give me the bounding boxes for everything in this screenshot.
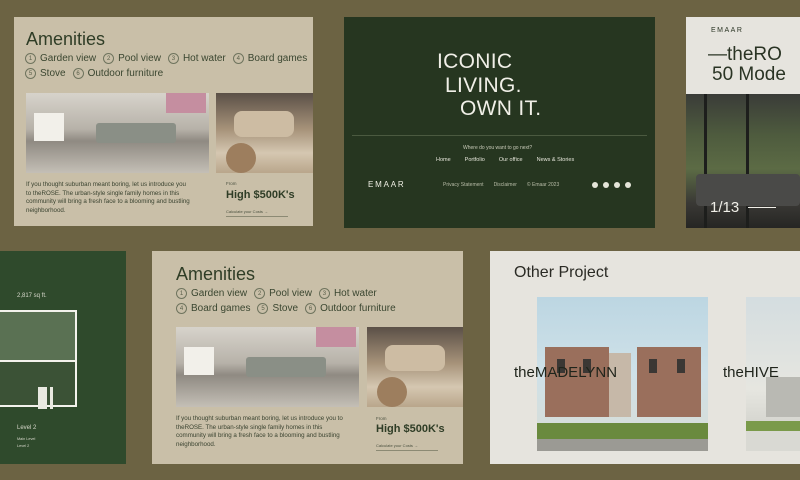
community-description: If you thought suburban meant boring, le… bbox=[26, 181, 190, 215]
divider bbox=[352, 135, 647, 136]
amenities-title: Amenities bbox=[176, 264, 256, 284]
calculate-costs-link[interactable]: Calculate your Costs → bbox=[226, 209, 288, 217]
hero-line-3: OWN IT. bbox=[460, 97, 542, 120]
amenity-chip: 4 Board games bbox=[176, 303, 250, 314]
brand-logo[interactable]: EMAAR bbox=[368, 180, 405, 189]
amenity-label: Outdoor furniture bbox=[87, 68, 164, 79]
amenity-chip: 4 Board games bbox=[232, 53, 308, 64]
living-room-photo bbox=[176, 327, 359, 407]
amenity-label: Garden view bbox=[191, 288, 248, 299]
brand-logo[interactable]: EMAAR bbox=[711, 27, 743, 34]
amenity-number: 4 bbox=[176, 303, 187, 314]
amenities-list: 1 Garden view 2 Pool view 3 Hot water 4 Boar… bbox=[176, 288, 458, 314]
amenity-chip: 6 Outdoor furniture bbox=[305, 303, 396, 314]
twitter-icon[interactable] bbox=[625, 182, 631, 188]
lounge-photo bbox=[367, 327, 463, 407]
interior-photo bbox=[686, 94, 800, 228]
amenity-chip: 1 Garden view bbox=[176, 288, 247, 299]
amenity-label: Hot water bbox=[182, 53, 226, 64]
amenity-number: 3 bbox=[318, 288, 330, 299]
price-label: From bbox=[376, 416, 387, 421]
amenity-number: 1 bbox=[176, 288, 187, 299]
amenity-label: Pool view bbox=[269, 288, 312, 299]
amenity-number: 5 bbox=[257, 303, 269, 314]
calculate-costs-link[interactable]: Calculate your Costs → bbox=[376, 443, 438, 451]
rose-title-line-1: —theRO bbox=[708, 44, 782, 65]
amenities-list: 1 Garden view 2 Pool view 3 Hot water 4 Boar… bbox=[25, 53, 310, 79]
lounge-photo bbox=[216, 93, 313, 173]
stairs bbox=[50, 387, 53, 409]
amenity-number: 4 bbox=[232, 53, 244, 64]
amenity-number: 1 bbox=[25, 53, 36, 64]
area-label: 2,817 sq ft. bbox=[17, 293, 47, 299]
rose-title-line-2: 50 Mode bbox=[712, 64, 786, 85]
amenity-number: 6 bbox=[72, 68, 84, 79]
amenity-number: 5 bbox=[25, 68, 36, 79]
price-value: High $500K's bbox=[226, 189, 295, 201]
living-room-photo bbox=[26, 93, 209, 173]
project-name-madelynn[interactable]: theMADELYNN bbox=[514, 364, 617, 381]
linkedin-icon[interactable] bbox=[603, 182, 609, 188]
other-project-card: Other Project theMADELYNN theHIVE bbox=[490, 251, 800, 464]
footer-nav: Home Portfolio Our office News & Stories bbox=[436, 157, 574, 163]
amenities-title: Amenities bbox=[26, 29, 106, 49]
price-label: From bbox=[226, 181, 237, 186]
disclaimer-link[interactable]: Disclaimer bbox=[494, 182, 517, 188]
amenity-label: Pool view bbox=[118, 53, 161, 64]
amenity-label: Board games bbox=[191, 303, 251, 314]
price-value: High $500K's bbox=[376, 423, 445, 435]
social-links bbox=[592, 182, 631, 188]
nav-news[interactable]: News & Stories bbox=[537, 157, 575, 163]
amenity-chip: 1 Garden view bbox=[25, 53, 96, 64]
hero-line-1: ICONIC bbox=[437, 50, 513, 73]
theRose-card: EMAAR —theRO 50 Mode 1/13 bbox=[686, 17, 800, 228]
amenity-label: Outdoor furniture bbox=[320, 303, 396, 314]
amenities-card-top: Amenities 1 Garden view 2 Pool view 3 Hot w… bbox=[14, 17, 313, 226]
amenity-chip: 2 Pool view bbox=[254, 288, 312, 299]
floor-plan-room bbox=[0, 310, 77, 362]
next-question: Where do you want to go next? bbox=[463, 145, 533, 151]
nav-our-office[interactable]: Our office bbox=[499, 157, 523, 163]
facebook-icon[interactable] bbox=[592, 182, 598, 188]
amenity-label: Stove bbox=[272, 303, 299, 314]
instagram-icon[interactable] bbox=[614, 182, 620, 188]
amenity-number: 6 bbox=[305, 303, 317, 314]
other-project-title: Other Project bbox=[514, 264, 609, 281]
amenity-number: 2 bbox=[254, 288, 266, 299]
hero-line-2: LIVING. bbox=[445, 74, 522, 97]
amenity-chip: 2 Pool view bbox=[103, 53, 161, 64]
slide-progress bbox=[748, 207, 776, 208]
level-option[interactable]: Main Level bbox=[17, 437, 35, 441]
amenity-chip: 5 Stove bbox=[257, 303, 298, 314]
amenity-chip: 6 Outdoor furniture bbox=[72, 68, 164, 79]
legal-links: Privacy Statement Disclaimer © Emaar 202… bbox=[443, 182, 559, 188]
amenity-label: Hot water bbox=[333, 288, 377, 299]
level-option[interactable]: Level 2 bbox=[17, 444, 29, 448]
amenity-label: Garden view bbox=[40, 53, 97, 64]
amenity-number: 2 bbox=[103, 53, 115, 64]
copyright: © Emaar 2023 bbox=[526, 182, 560, 188]
amenities-card-bottom: Amenities 1 Garden view 2 Pool view 3 Hot w… bbox=[152, 251, 463, 464]
hero-card: ICONIC LIVING. OWN IT. Where do you want… bbox=[344, 17, 655, 228]
amenity-chip: 3 Hot water bbox=[318, 288, 377, 299]
floor-plan-card: 2,817 sq ft. Level 2 Main Level Level 2 bbox=[0, 251, 126, 464]
level-title: Level 2 bbox=[17, 425, 37, 431]
nav-portfolio[interactable]: Portfolio bbox=[465, 157, 485, 163]
amenity-number: 3 bbox=[167, 53, 179, 64]
community-description: If you thought suburban meant boring, le… bbox=[176, 415, 343, 449]
privacy-link[interactable]: Privacy Statement bbox=[443, 182, 484, 188]
amenity-chip: 5 Stove bbox=[25, 68, 66, 79]
amenity-chip: 3 Hot water bbox=[167, 53, 226, 64]
stairs bbox=[38, 387, 47, 409]
project-name-hive[interactable]: theHIVE bbox=[723, 364, 779, 381]
slide-counter: 1/13 bbox=[710, 199, 740, 216]
amenity-label: Stove bbox=[40, 68, 66, 79]
amenity-label: Board games bbox=[247, 53, 308, 64]
nav-home[interactable]: Home bbox=[436, 157, 451, 163]
